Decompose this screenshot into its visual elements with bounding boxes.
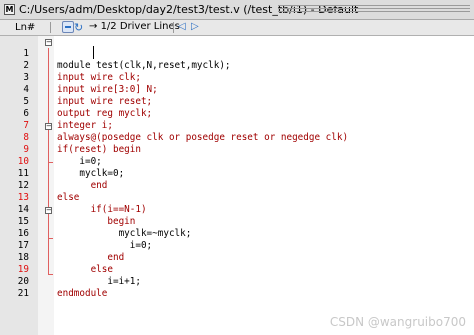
ln-column-label: Ln# — [15, 22, 36, 33]
code-line: 5 output reg myclk; — [0, 84, 474, 119]
driver-lines-label: 1/2 Driver Lines — [100, 21, 180, 32]
code-line: 12 else — [0, 168, 474, 203]
watermark: CSDN @wangruibo700 — [329, 315, 466, 329]
code-line: 19 i=i+1; — [0, 252, 474, 287]
code-line: 10 myclk=0; — [0, 144, 474, 179]
code-line: 15 myclk=~myclk; — [0, 204, 474, 239]
next-driver-icon[interactable]: ▷ — [191, 21, 199, 32]
prev-driver-icon[interactable]: ◁ — [178, 21, 186, 32]
code-line: 7 always@(posedge clk or posedge reset o… — [0, 108, 474, 143]
code-line: 6 integer i; — [0, 96, 474, 131]
code-line: 18 else — [0, 240, 474, 275]
code-line: 16 i=0; — [0, 216, 474, 251]
code-line: 9 i=0; — [0, 132, 474, 167]
code-line: 1 module test(clk,N,reset,myclk); — [0, 36, 474, 71]
source-editor[interactable]: − − − 1 module test(clk,N,reset,myclk); … — [0, 36, 474, 335]
driver-lines-nav[interactable]: → 1/2 Driver Lines — [89, 21, 180, 32]
drag-grip[interactable] — [278, 5, 470, 13]
code-line: 2 input wire clk; — [0, 48, 474, 83]
code-line: 3 input wire[3:0] N; — [0, 60, 474, 95]
code-text: endmodule — [57, 288, 108, 299]
text-cursor — [93, 46, 94, 59]
separator — [50, 22, 51, 33]
refresh-icon[interactable]: ↻ — [74, 21, 83, 34]
code-line: 4 input wire reset; — [0, 72, 474, 107]
separator — [173, 22, 174, 33]
code-line: 21 — [0, 276, 474, 299]
line-number: 21 — [17, 288, 29, 299]
window-menu-icon[interactable]: M — [4, 4, 15, 15]
code-line: 20 endmodule — [0, 264, 474, 299]
code-line: 11 end — [0, 156, 474, 191]
editor-toolbar: Ln# ↻ → 1/2 Driver Lines ◁ ▷ — [0, 20, 474, 36]
code-line: 17 end — [0, 228, 474, 263]
title-bar: M C:/Users/adm/Desktop/day2/test3/test.v… — [0, 0, 474, 20]
trace-driver-icon[interactable] — [62, 21, 74, 33]
code-line: 13 if(i==N-1) — [0, 180, 474, 215]
code-line: 8 if(reset) begin — [0, 120, 474, 155]
code-line: 14 begin — [0, 192, 474, 227]
